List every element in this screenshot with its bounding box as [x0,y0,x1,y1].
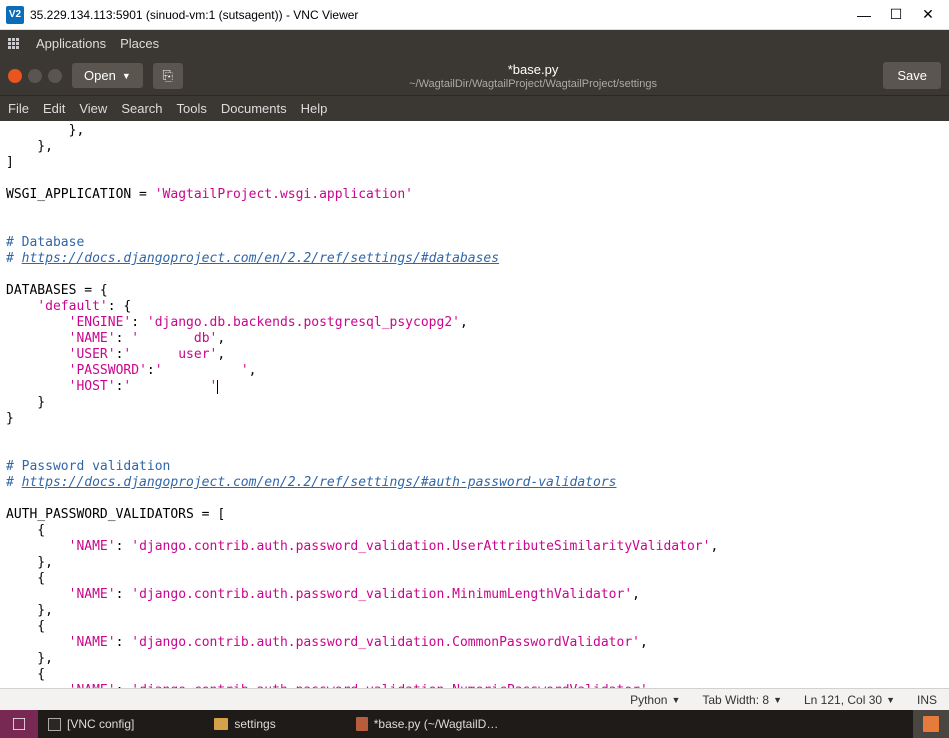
insert-mode-indicator[interactable]: INS [917,693,937,707]
tab-width-selector[interactable]: Tab Width: 8 ▼ [702,693,782,707]
apps-grid-icon[interactable] [8,38,22,49]
gedit-menubar: File Edit View Search Tools Documents He… [0,96,949,121]
show-desktop-button[interactable] [0,710,38,738]
notepad-icon [923,716,939,732]
close-button[interactable]: ✕ [921,6,935,23]
menu-search[interactable]: Search [121,101,162,116]
gnome-taskbar: [VNC config] settings *base.py (~/Wagtai… [0,710,949,738]
vnc-window-title: 35.229.134.113:5901 (sinuod-vm:1 (sutsag… [30,8,857,22]
applications-menu[interactable]: Applications [36,36,106,51]
taskbar-item-settings[interactable]: settings [204,710,285,738]
new-document-button[interactable]: ⎘ [153,63,183,89]
taskbar-item-basepy[interactable]: *base.py (~/WagtailD… [346,710,509,738]
places-menu[interactable]: Places [120,36,159,51]
text-cursor [217,380,218,394]
menu-tools[interactable]: Tools [177,101,207,116]
code-editor[interactable]: }, }, ] WSGI_APPLICATION = 'WagtailProje… [0,121,949,688]
gedit-toolbar: Open ▼ ⎘ *base.py ~/WagtailDir/WagtailPr… [0,56,949,96]
vnc-app-icon: V2 [6,6,24,24]
status-bar: Python ▼ Tab Width: 8 ▼ Ln 121, Col 30 ▼… [0,688,949,710]
chevron-down-icon: ▼ [671,695,680,705]
document-title: *base.py [193,62,874,78]
document-path: ~/WagtailDir/WagtailProject/WagtailProje… [193,78,874,91]
vnc-titlebar: V2 35.229.134.113:5901 (sinuod-vm:1 (sut… [0,0,949,30]
open-button-label: Open [84,68,116,83]
new-document-icon: ⎘ [163,68,173,84]
language-selector[interactable]: Python ▼ [630,693,680,707]
document-icon [356,717,368,731]
menu-help[interactable]: Help [301,101,328,116]
cursor-position: Ln 121, Col 30 ▼ [804,693,895,707]
maximize-button[interactable]: ☐ [889,6,903,23]
menu-file[interactable]: File [8,101,29,116]
folder-icon [214,718,228,730]
window-maximize-button[interactable] [48,69,62,83]
menu-view[interactable]: View [79,101,107,116]
taskbar-item-vnc-config[interactable]: [VNC config] [38,710,144,738]
taskbar-item-active[interactable] [913,710,949,738]
window-close-button[interactable] [8,69,22,83]
chevron-down-icon: ▼ [773,695,782,705]
open-button[interactable]: Open ▼ [72,63,143,88]
minimize-button[interactable]: — [857,7,871,23]
menu-documents[interactable]: Documents [221,101,287,116]
window-icon [48,718,61,731]
save-button[interactable]: Save [883,62,941,89]
window-minimize-button[interactable] [28,69,42,83]
gnome-topbar: Applications Places [0,30,949,56]
chevron-down-icon: ▼ [122,71,131,81]
menu-edit[interactable]: Edit [43,101,65,116]
chevron-down-icon: ▼ [886,695,895,705]
